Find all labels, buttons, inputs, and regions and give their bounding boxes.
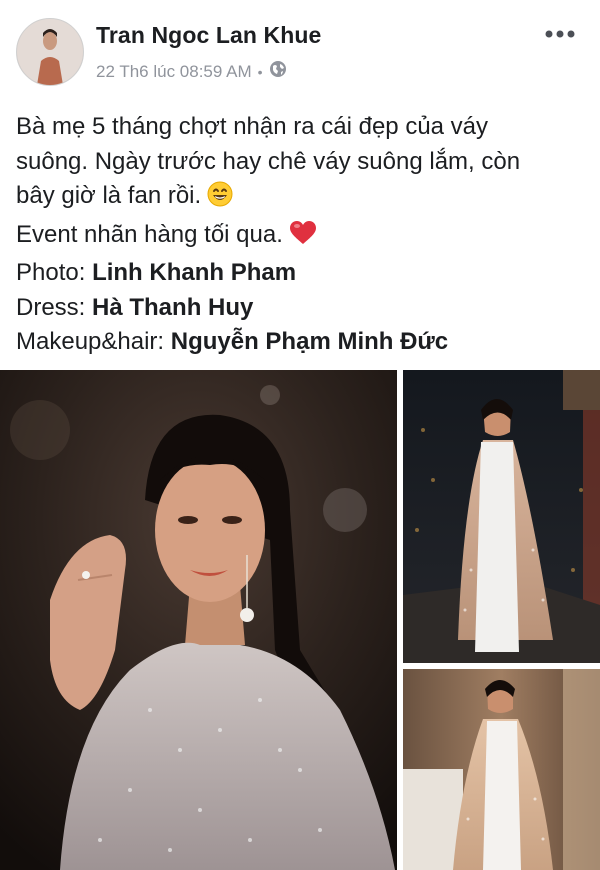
post-text-line: Event nhãn hàng tối qua. (16, 218, 586, 257)
red-heart-emoji (289, 220, 317, 257)
full-length-photo[interactable] (403, 370, 600, 663)
photo-credit-name: Linh Khanh Pham (92, 259, 297, 286)
makeup-credit-name: Nguyễn Phạm Minh Đức (170, 328, 449, 355)
post-text-line: Bà mẹ 5 tháng chợt nhận ra cái đẹp của v… (16, 113, 489, 140)
avatar-photo (17, 19, 83, 85)
post-header: Tran Ngoc Lan Khue 22 Th6 lúc 08:59 AM • (0, 0, 600, 100)
photo-label: Photo: (16, 259, 86, 286)
photo-grid (0, 370, 600, 870)
photo-credit-line: Photo: Linh Khanh Pham (16, 256, 586, 291)
main-photo[interactable] (0, 370, 397, 870)
post-text: Bà mẹ 5 tháng chợt nhận ra cái đẹp của v… (16, 110, 586, 360)
globe-icon[interactable] (269, 60, 287, 83)
post-text-fragment: Event nhãn hàng tối qua. (16, 220, 283, 248)
post-text-fragment: bây giờ là fan rồi. (16, 182, 202, 209)
makeup-credit-line: Makeup&hair: Nguyễn Phạm Minh Đức (16, 325, 586, 360)
meta-separator: • (257, 63, 263, 80)
dress-credit-name: Hà Thanh Huy (92, 293, 254, 321)
makeup-label: Makeup&hair: (16, 328, 165, 355)
post-timestamp[interactable]: 22 Th6 lúc 08:59 AM (96, 62, 252, 82)
portrait-image (0, 370, 397, 870)
full-length-image (403, 370, 600, 663)
grinning-face-emoji (207, 181, 233, 218)
more-options-button[interactable] (540, 22, 580, 46)
post-text-line: bây giờ là fan rồi. (16, 179, 586, 218)
more-options-icon (545, 30, 575, 38)
dress-label: Dress: (16, 293, 86, 321)
post-meta: 22 Th6 lúc 08:59 AM • (96, 60, 287, 83)
dress-credit-line: Dress: Hà Thanh Huy (16, 291, 586, 326)
standing-photo[interactable] (403, 669, 600, 870)
post-text-line: suông. Ngày trước hay chê váy suông lắm,… (16, 147, 521, 175)
standing-image (403, 669, 600, 870)
author-name[interactable]: Tran Ngoc Lan Khue (96, 22, 321, 49)
author-avatar[interactable] (16, 18, 84, 86)
